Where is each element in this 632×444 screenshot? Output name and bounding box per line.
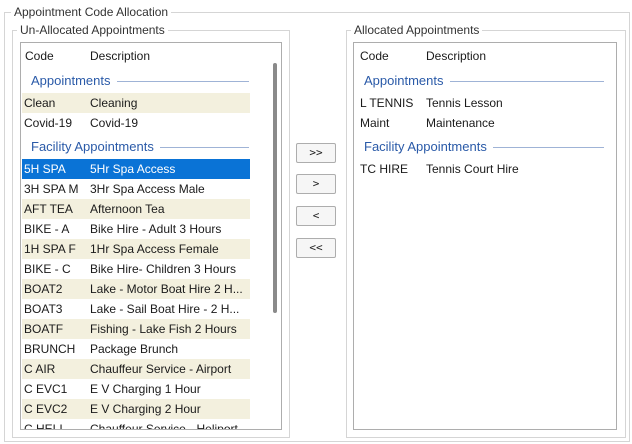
item-code: AFT TEA	[24, 202, 73, 216]
item-code: BRUNCH	[24, 342, 76, 356]
unallocated-col-code[interactable]: Code	[25, 49, 54, 63]
unallocated-title: Un-Allocated Appointments	[17, 23, 168, 37]
item-code: BIKE - A	[24, 222, 70, 236]
remove-all-button[interactable]: <<	[296, 238, 336, 258]
item-description: Package Brunch	[90, 342, 179, 356]
item-description: Fishing - Lake Fish 2 Hours	[90, 322, 237, 336]
item-description: Bike Hire- Children 3 Hours	[90, 262, 237, 276]
item-code: C HELI	[24, 422, 63, 430]
list-item[interactable]: C EVC2 E V Charging 2 Hour	[22, 399, 250, 419]
list-item[interactable]: C EVC1 E V Charging 1 Hour	[22, 379, 250, 399]
item-description: Covid-19	[90, 116, 139, 130]
item-description: Maintenance	[426, 116, 495, 130]
list-item[interactable]: Clean Cleaning	[22, 93, 250, 113]
item-code: BIKE - C	[24, 262, 71, 276]
item-description: Lake - Motor Boat Hire 2 H...	[90, 282, 243, 296]
item-description: 1Hr Spa Access Female	[90, 242, 219, 256]
add-all-button[interactable]: >>	[296, 143, 336, 163]
item-code: Covid-19	[24, 116, 73, 130]
item-code: C AIR	[24, 362, 56, 376]
section-label: Facility Appointments	[364, 139, 487, 154]
item-code: C EVC1	[24, 382, 68, 396]
section-label: Appointments	[364, 73, 444, 88]
allocated-col-description[interactable]: Description	[426, 49, 486, 63]
item-description: E V Charging 2 Hour	[90, 402, 201, 416]
list-item[interactable]: BRUNCH Package Brunch	[22, 339, 250, 359]
list-item[interactable]: C AIR Chauffeur Service - Airport	[22, 359, 250, 379]
list-item[interactable]: Covid-19 Covid-19	[22, 113, 250, 133]
list-item[interactable]: 3H SPA M 3Hr Spa Access Male	[22, 179, 250, 199]
list-item[interactable]: 1H SPA F 1Hr Spa Access Female	[22, 239, 250, 259]
section-label: Appointments	[31, 73, 111, 88]
unallocated-scrollbar[interactable]	[273, 63, 277, 313]
list-item[interactable]: 5H SPA 5Hr Spa Access	[22, 159, 250, 179]
section-header: Appointments	[364, 71, 604, 91]
item-code: TC HIRE	[360, 162, 408, 176]
item-code: BOAT2	[24, 282, 63, 296]
item-code: 1H SPA F	[24, 242, 76, 256]
item-code: L TENNIS	[360, 96, 414, 110]
item-code: 3H SPA M	[24, 182, 79, 196]
list-item[interactable]: C HELI Chauffeur Service - Heliport	[22, 419, 250, 430]
allocated-title: Allocated Appointments	[351, 23, 483, 37]
unallocated-list[interactable]: Code Description Appointments Clean Cleani…	[20, 42, 282, 430]
list-item[interactable]: Maint Maintenance	[355, 113, 605, 133]
list-item[interactable]: BIKE - A Bike Hire - Adult 3 Hours	[22, 219, 250, 239]
add-button[interactable]: >	[296, 174, 336, 194]
section-divider	[492, 146, 604, 148]
appointment-code-allocation-title: Appointment Code Allocation	[11, 5, 172, 19]
section-header: Facility Appointments	[31, 137, 249, 157]
section-divider	[116, 80, 249, 82]
section-divider	[159, 146, 249, 148]
section-label: Facility Appointments	[31, 139, 154, 154]
list-item[interactable]: BOAT2 Lake - Motor Boat Hire 2 H...	[22, 279, 250, 299]
allocated-list[interactable]: Code Description Appointments L TENNIS Ten…	[353, 42, 617, 430]
list-item[interactable]: AFT TEA Afternoon Tea	[22, 199, 250, 219]
allocated-col-code[interactable]: Code	[360, 49, 389, 63]
list-item[interactable]: BIKE - C Bike Hire- Children 3 Hours	[22, 259, 250, 279]
section-header: Appointments	[31, 71, 249, 91]
list-item[interactable]: L TENNIS Tennis Lesson	[355, 93, 605, 113]
unallocated-col-description[interactable]: Description	[90, 49, 150, 63]
item-code: C EVC2	[24, 402, 68, 416]
item-description: 5Hr Spa Access	[90, 162, 176, 176]
item-code: BOATF	[24, 322, 64, 336]
item-description: Cleaning	[90, 96, 138, 110]
item-code: 5H SPA	[24, 162, 66, 176]
item-description: Tennis Lesson	[426, 96, 503, 110]
item-description: 3Hr Spa Access Male	[90, 182, 205, 196]
list-item[interactable]: BOATF Fishing - Lake Fish 2 Hours	[22, 319, 250, 339]
remove-button[interactable]: <	[296, 206, 336, 226]
list-item[interactable]: TC HIRE Tennis Court Hire	[355, 159, 605, 179]
item-description: E V Charging 1 Hour	[90, 382, 201, 396]
section-header: Facility Appointments	[364, 137, 604, 157]
list-item[interactable]: BOAT3 Lake - Sail Boat Hire - 2 H...	[22, 299, 250, 319]
item-description: Afternoon Tea	[90, 202, 165, 216]
section-divider	[449, 80, 604, 82]
item-code: Clean	[24, 96, 56, 110]
item-code: BOAT3	[24, 302, 63, 316]
item-code: Maint	[360, 116, 390, 130]
item-description: Chauffeur Service - Airport	[90, 362, 232, 376]
item-description: Tennis Court Hire	[426, 162, 519, 176]
item-description: Bike Hire - Adult 3 Hours	[90, 222, 222, 236]
item-description: Lake - Sail Boat Hire - 2 H...	[90, 302, 240, 316]
item-description: Chauffeur Service - Heliport	[90, 422, 238, 430]
